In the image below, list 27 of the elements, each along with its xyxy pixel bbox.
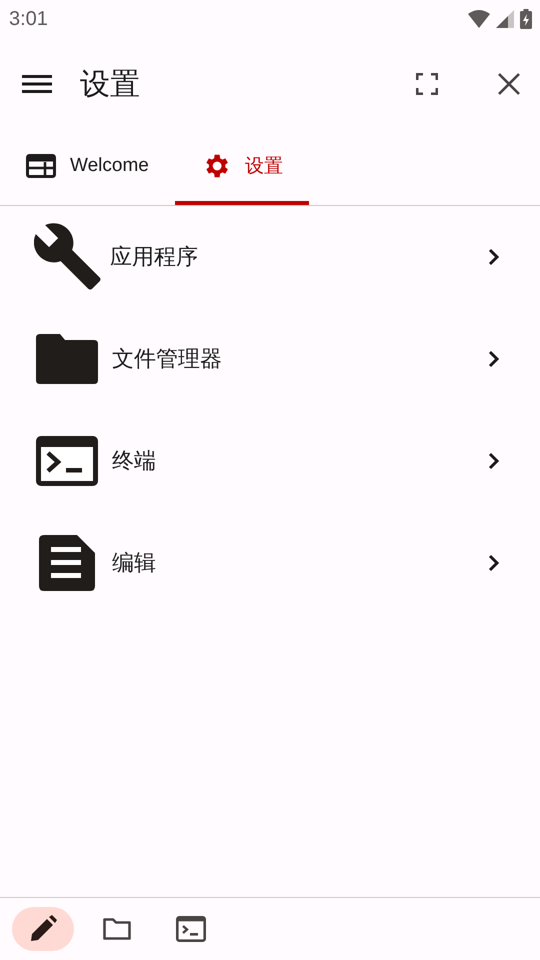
fullscreen-icon [416, 73, 438, 95]
wrench-icon [34, 223, 102, 291]
tab[interactable]: 设置 [174, 130, 309, 205]
window-icon [26, 154, 56, 178]
settings-item[interactable]: 终端 [0, 410, 540, 512]
document-icon [39, 535, 95, 591]
signal-icon [496, 10, 514, 28]
folder-icon [36, 334, 98, 384]
status-time: 3:01 [9, 8, 48, 30]
tab[interactable]: Welcome [0, 130, 175, 205]
battery-icon [520, 9, 532, 29]
wifi-icon [468, 10, 490, 28]
chevron-icon [488, 452, 500, 470]
settings-item[interactable]: 文件管理器 [0, 308, 540, 410]
terminal-icon [176, 916, 206, 942]
pencil-icon [29, 915, 57, 943]
chevron-icon [488, 350, 500, 368]
terminal-icon [36, 436, 98, 486]
pencil-nav-button[interactable] [12, 907, 74, 951]
close-icon [498, 73, 520, 95]
chevron-icon [488, 248, 500, 266]
settings-item[interactable]: 编辑 [0, 512, 540, 614]
menu-icon [22, 73, 52, 95]
folder-icon [102, 917, 132, 941]
settings-item[interactable]: 应用程序 [0, 206, 540, 308]
chevron-icon [488, 554, 500, 572]
page-title: 设置 [80, 66, 141, 104]
